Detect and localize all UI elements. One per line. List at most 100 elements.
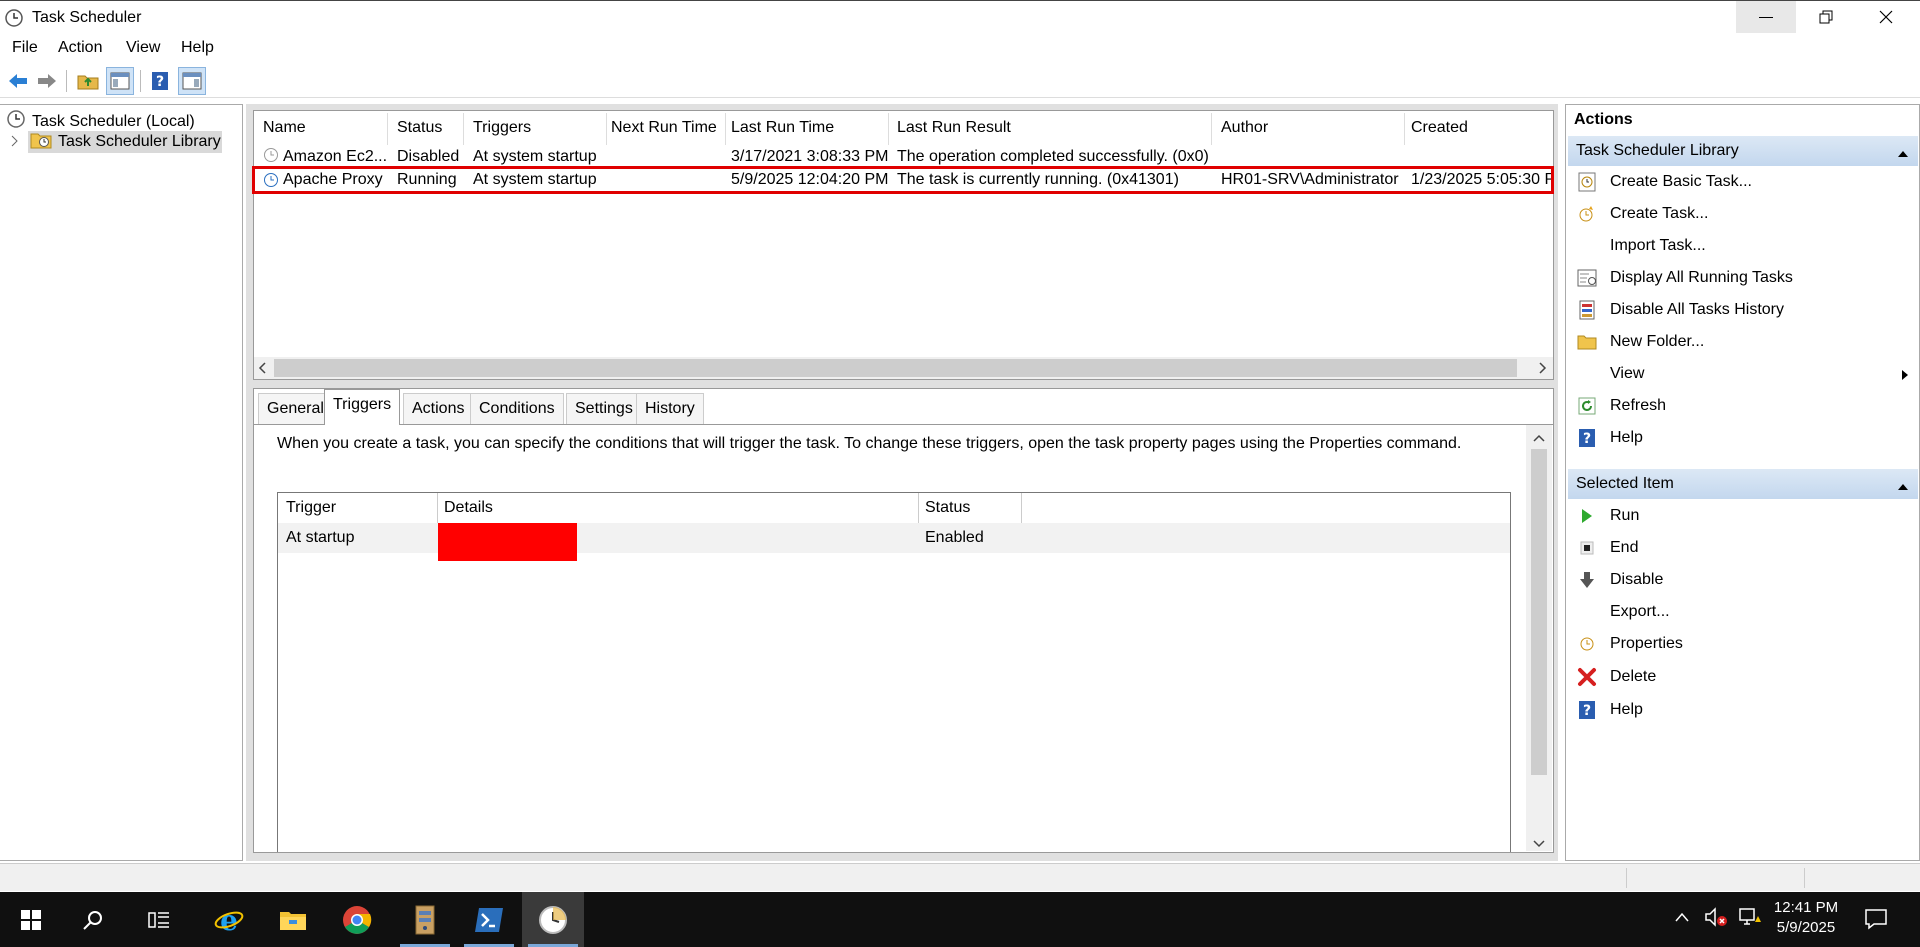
disable-icon [1576, 569, 1598, 591]
column-next-run-time[interactable]: Next Run Time [611, 119, 717, 137]
search-icon[interactable] [62, 892, 124, 947]
horizontal-scrollbar[interactable] [254, 357, 1553, 379]
action-disable-history[interactable]: Disable All Tasks History [1566, 295, 1918, 325]
action-disable[interactable]: Disable [1566, 565, 1918, 595]
menu-bar: File Action View Help [0, 36, 1920, 62]
menu-view[interactable]: View [126, 39, 160, 57]
close-button[interactable] [1856, 1, 1916, 33]
back-icon[interactable] [4, 67, 32, 95]
task-clock-icon [263, 172, 279, 193]
column-last-run-result[interactable]: Last Run Result [897, 119, 1011, 137]
up-folder-icon[interactable] [74, 67, 102, 95]
col-trigger[interactable]: Trigger [286, 499, 336, 517]
column-name[interactable]: Name [263, 119, 306, 137]
action-end[interactable]: End [1566, 533, 1918, 563]
table-row-highlighted[interactable]: Apache Proxy Running At system startup 5… [252, 166, 1554, 194]
tab-general[interactable]: General [258, 393, 333, 425]
status-bar [0, 863, 1920, 891]
properties-icon [1576, 633, 1598, 655]
server-manager-icon[interactable] [394, 892, 456, 947]
action-export[interactable]: Export... [1566, 597, 1918, 627]
clock[interactable]: 12:41 PM 5/9/2025 [1770, 898, 1842, 938]
vertical-scrollbar[interactable] [1526, 425, 1552, 851]
column-last-run-time[interactable]: Last Run Time [731, 119, 834, 137]
action-label: Create Basic Task... [1610, 173, 1752, 190]
column-triggers[interactable]: Triggers [473, 119, 531, 137]
task-triggers: At system startup [473, 171, 597, 188]
table-row[interactable]: At startup Enabled [278, 523, 1510, 561]
svg-text:?: ? [156, 74, 164, 90]
scroll-right-icon[interactable] [1537, 361, 1547, 379]
scroll-down-icon[interactable] [1533, 835, 1545, 853]
wizard-icon [1576, 171, 1598, 193]
powershell-icon[interactable] [458, 892, 520, 947]
action-center-icon[interactable] [1864, 908, 1888, 935]
action-create-task[interactable]: Create Task... [1566, 199, 1918, 229]
folder-clock-icon [30, 131, 52, 154]
volume-muted-icon[interactable] [1704, 906, 1728, 933]
action-properties[interactable]: Properties [1566, 629, 1918, 659]
scroll-thumb[interactable] [274, 359, 1517, 377]
file-explorer-icon[interactable] [262, 892, 324, 947]
tab-actions[interactable]: Actions [403, 393, 474, 425]
col-status[interactable]: Status [925, 499, 970, 517]
show-hidden-icons-icon[interactable] [1674, 910, 1690, 928]
action-refresh[interactable]: Refresh [1566, 391, 1918, 421]
action-run[interactable]: Run [1566, 501, 1918, 531]
task-author: HR01-SRV\Administrator [1221, 171, 1399, 188]
column-status[interactable]: Status [397, 119, 442, 137]
task-list-header: Name Status Triggers Next Run Time Last … [254, 111, 1553, 147]
forward-icon[interactable] [33, 67, 61, 95]
menu-file[interactable]: File [12, 39, 38, 57]
clock-time: 12:41 PM [1773, 899, 1839, 916]
task-view-icon[interactable] [128, 892, 190, 947]
action-label: Disable All Tasks History [1610, 301, 1784, 318]
minimize-button[interactable] [1736, 1, 1796, 33]
network-icon[interactable] [1738, 906, 1762, 933]
internet-explorer-icon[interactable]: e [198, 892, 260, 947]
action-view[interactable]: View [1566, 359, 1918, 389]
running-tasks-icon [1576, 267, 1598, 289]
tab-history[interactable]: History [636, 393, 704, 425]
action-label: Refresh [1610, 397, 1667, 414]
help-icon[interactable]: ? [146, 67, 174, 95]
tab-conditions[interactable]: Conditions [470, 393, 564, 425]
action-display-running-tasks[interactable]: Display All Running Tasks [1566, 263, 1918, 293]
delete-icon [1576, 666, 1598, 688]
tree-item-library[interactable]: Task Scheduler Library [28, 131, 222, 153]
show-hide-tree-icon[interactable] [106, 67, 134, 95]
chrome-icon[interactable] [326, 892, 388, 947]
section-library[interactable]: Task Scheduler Library [1568, 136, 1918, 166]
scroll-thumb[interactable] [1531, 449, 1547, 775]
task-status: Disabled [397, 148, 460, 165]
col-details[interactable]: Details [444, 499, 493, 517]
action-delete[interactable]: Delete [1566, 662, 1918, 692]
start-button[interactable] [0, 892, 62, 947]
action-create-basic-task[interactable]: Create Basic Task... [1566, 167, 1918, 197]
restore-button[interactable] [1796, 1, 1856, 33]
expand-chevron-icon[interactable] [10, 134, 20, 152]
action-new-folder[interactable]: New Folder... [1566, 327, 1918, 357]
collapse-up-icon[interactable] [1897, 478, 1909, 496]
task-name: Amazon Ec2... [283, 148, 387, 165]
action-help[interactable]: ? Help [1566, 423, 1918, 453]
show-hide-action-pane-icon[interactable] [178, 67, 206, 95]
menu-action[interactable]: Action [58, 39, 102, 57]
action-help-selected[interactable]: ? Help [1566, 695, 1918, 725]
task-last-run: 5/9/2025 12:04:20 PM [731, 171, 889, 188]
tab-settings[interactable]: Settings [566, 393, 642, 425]
action-label: Run [1610, 507, 1640, 524]
action-import-task[interactable]: Import Task... [1566, 231, 1918, 261]
column-author[interactable]: Author [1221, 119, 1268, 137]
scroll-up-icon[interactable] [1533, 431, 1545, 449]
section-selected-item[interactable]: Selected Item [1568, 469, 1918, 499]
collapse-up-icon[interactable] [1897, 145, 1909, 163]
tab-triggers[interactable]: Triggers [324, 389, 401, 425]
task-scheduler-taskbar-icon[interactable] [522, 892, 584, 947]
scroll-left-icon[interactable] [258, 361, 268, 379]
svg-text:?: ? [1583, 703, 1591, 719]
column-created[interactable]: Created [1411, 119, 1468, 137]
table-row[interactable]: Amazon Ec2... Disabled At system startup… [254, 145, 1553, 165]
menu-help[interactable]: Help [181, 39, 214, 57]
actions-pane: Actions Task Scheduler Library Create Ba… [1565, 104, 1920, 861]
